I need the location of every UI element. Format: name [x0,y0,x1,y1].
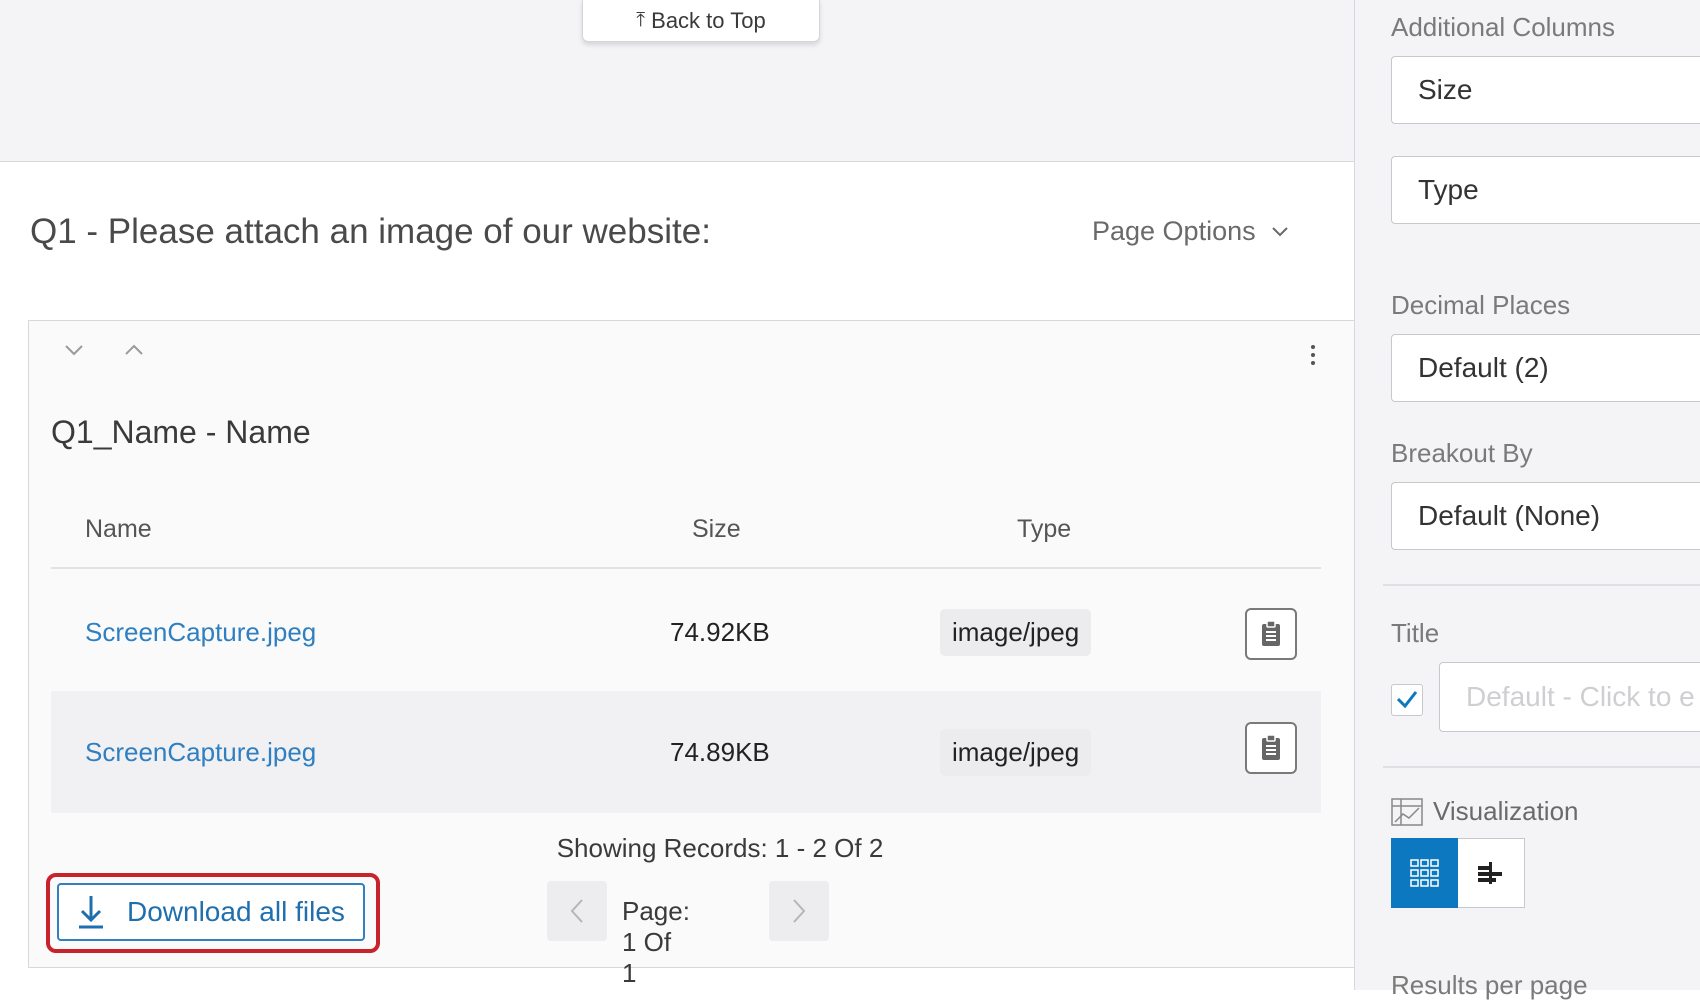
grid-icon [1409,859,1439,887]
visualization-toggle [1391,838,1525,908]
chevron-right-icon [793,899,806,923]
chart-table-icon [1391,797,1423,826]
checkmark-icon [1396,691,1418,709]
card-sort-controls [63,343,145,357]
page-options-dropdown[interactable]: Page Options [1092,216,1290,247]
download-highlight: Download all files [46,873,380,953]
download-icon [79,896,103,929]
bar-chart-icon [1478,862,1502,884]
back-to-top-button[interactable]: ⤒ Back to Top [582,0,820,42]
title-label: Title [1391,618,1440,648]
clipboard-icon [1262,620,1280,646]
file-type-badge: image/jpeg [940,608,1092,656]
question-card: Q1_Name - Name Name Size Type ScreenCapt… [28,320,1355,988]
file-size: 74.89KB [670,736,770,767]
chevron-down-icon [1271,226,1288,236]
title-input[interactable]: Default - Click to e [1439,662,1700,732]
decimal-places-label: Decimal Places [1391,290,1571,320]
table-row: ScreenCapture.jpeg 74.92KB image/jpeg [51,571,1321,693]
bar-chart-view-button[interactable] [1458,838,1525,908]
breakout-by-label: Breakout By [1391,438,1533,468]
additional-column-type[interactable]: Type [1391,156,1700,224]
page-options-label: Page Options [1092,216,1256,246]
file-link[interactable]: ScreenCapture.jpeg [85,571,316,693]
additional-column-size[interactable]: Size [1391,56,1700,124]
move-up-icon[interactable] [123,343,145,357]
download-all-files-label: Download all files [127,896,345,927]
copy-clipboard-button[interactable] [1245,722,1297,774]
arrow-to-top-icon: ⤒ [636,9,646,31]
table-view-button[interactable] [1391,838,1458,908]
back-to-top-label: Back to Top [651,7,766,33]
visualization-label: Visualization [1391,796,1579,827]
column-header-size[interactable]: Size [692,515,741,544]
table-row: ScreenCapture.jpeg 74.89KB image/jpeg [51,691,1321,813]
chevron-left-icon [570,899,583,923]
decimal-places-select[interactable]: Default (2) [1391,334,1700,402]
title-checkbox[interactable] [1391,684,1423,716]
column-header-name[interactable]: Name [85,515,152,544]
records-summary: Showing Records: 1 - 2 Of 2 [556,833,884,863]
download-all-files-button[interactable]: Download all files [57,883,365,941]
more-options-icon[interactable] [1307,341,1319,373]
main-panel: ⤒ Back to Top Q1 - Please attach an imag… [0,0,1355,990]
previous-page-button[interactable] [547,881,607,941]
clipboard-icon [1262,734,1280,760]
page-indicator: Page: 1 Of 1 [622,896,690,988]
breakout-by-select[interactable]: Default (None) [1391,482,1700,550]
move-down-icon[interactable] [63,343,85,357]
results-per-page-label: Results per page [1391,970,1588,1000]
sidebar-divider [1383,766,1700,768]
next-page-button[interactable] [769,881,829,941]
settings-sidebar: Additional Columns Size Type Decimal Pla… [1354,0,1700,1000]
question-title: Q1 - Please attach an image of our websi… [30,212,711,251]
file-type-badge: image/jpeg [940,728,1092,776]
top-band: ⤒ Back to Top [0,0,1354,162]
card-title: Q1_Name - Name [51,414,311,450]
copy-clipboard-button[interactable] [1245,608,1297,660]
table-header: Name Size Type [51,471,1321,569]
column-header-type[interactable]: Type [1017,515,1071,544]
file-link[interactable]: ScreenCapture.jpeg [85,691,316,813]
additional-columns-label: Additional Columns [1391,12,1616,42]
file-size: 74.92KB [670,616,770,647]
sidebar-divider [1383,584,1700,586]
